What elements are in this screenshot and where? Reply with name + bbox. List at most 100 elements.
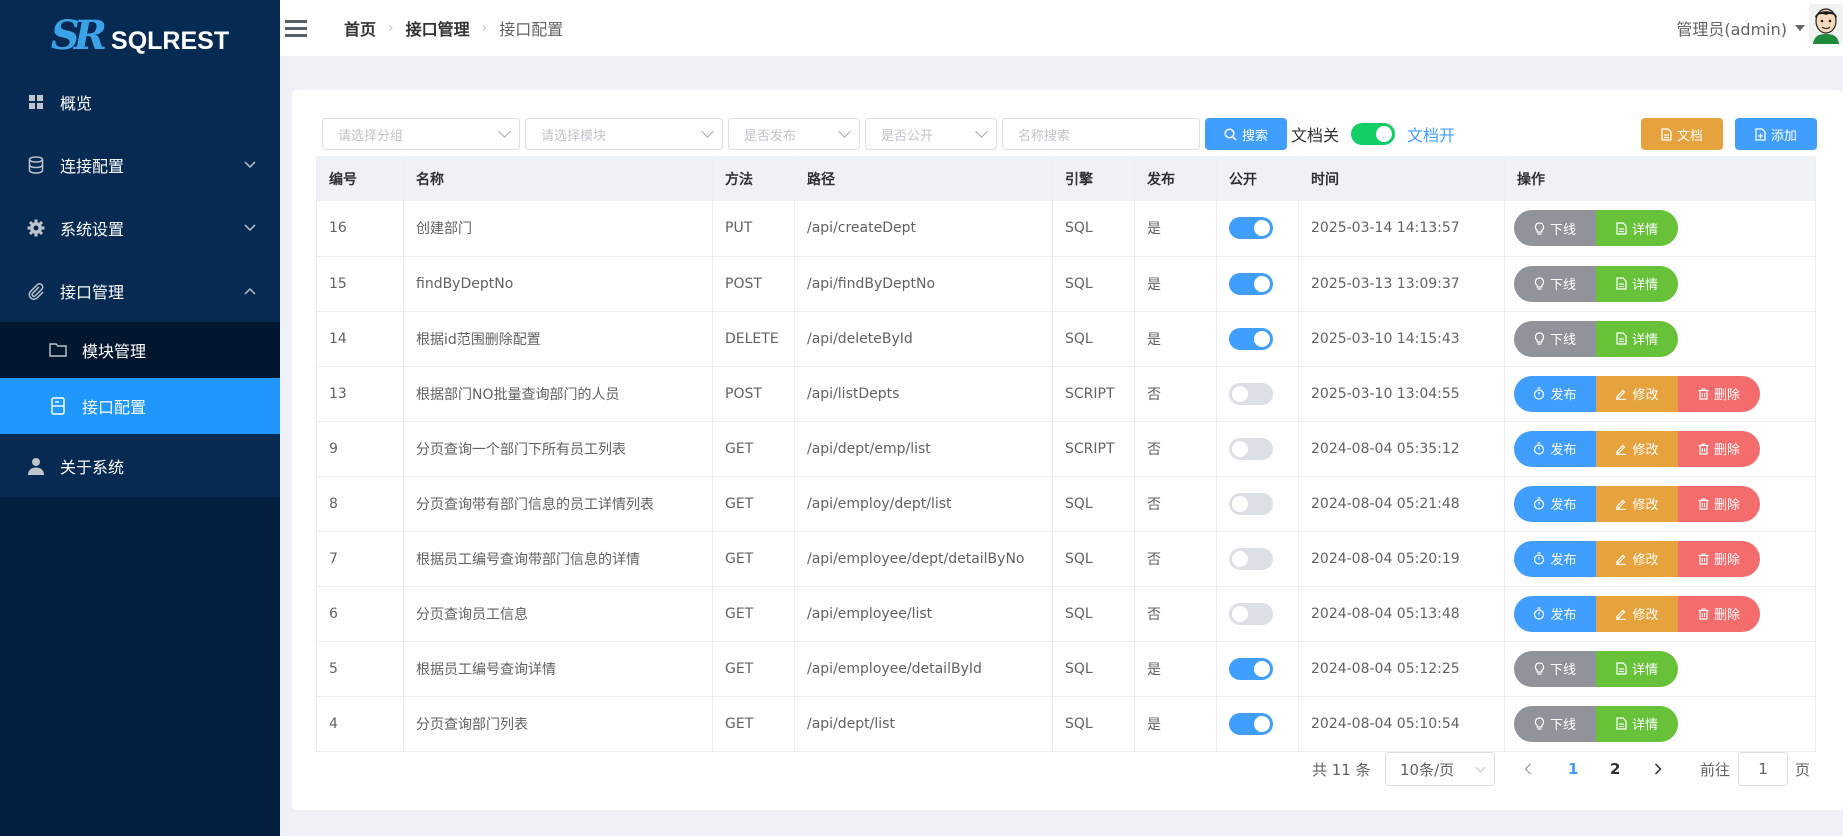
document-icon <box>1616 717 1627 730</box>
row-actions: 发布 修改 删除 <box>1514 375 1815 412</box>
doc-toggle[interactable] <box>1351 123 1396 145</box>
action-label: 详情 <box>1631 333 1658 348</box>
delete-button[interactable]: 删除 <box>1678 375 1760 412</box>
offline-button[interactable]: 下线 <box>1514 705 1596 742</box>
timer-icon <box>1534 607 1545 620</box>
edit-button[interactable]: 修改 <box>1596 595 1678 632</box>
sidebar-item-label: 概览 <box>60 93 93 113</box>
sidebar-item-overview[interactable]: 概览 <box>0 70 280 133</box>
cell-path: /api/createDept <box>794 201 1053 257</box>
sidebar-item-settings[interactable]: 系统设置 <box>0 196 280 259</box>
cell-published: 否 <box>1134 366 1217 422</box>
delete-button[interactable]: 删除 <box>1678 485 1760 522</box>
page-2[interactable]: 2 <box>1610 752 1620 786</box>
detail-button[interactable]: 详情 <box>1596 320 1678 357</box>
offline-button[interactable]: 下线 <box>1514 265 1596 302</box>
delete-button[interactable]: 删除 <box>1678 540 1760 577</box>
publish-button[interactable]: 发布 <box>1514 540 1596 577</box>
public-toggle[interactable] <box>1229 327 1273 350</box>
edit-icon <box>1616 554 1627 565</box>
side-menu: 概览 连接配置 系统设置 接口管理 模块管理 接口配置 关于系统 <box>0 70 280 497</box>
sidebar: SR SQLREST 概览 连接配置 系统设置 接口管理 模块管理 接口配置 关… <box>0 0 280 836</box>
doc-button[interactable]: 文档 <box>1641 118 1723 150</box>
cell-time: 2024-08-04 05:35:12 <box>1298 421 1505 477</box>
module-select[interactable]: 请选择模块 <box>525 118 723 150</box>
edit-icon <box>1616 389 1627 400</box>
sidebar-item-modules[interactable]: 模块管理 <box>0 322 280 378</box>
goto-page-input[interactable]: 1 <box>1738 752 1788 786</box>
edit-button[interactable]: 修改 <box>1596 375 1678 412</box>
detail-button[interactable]: 详情 <box>1596 210 1678 247</box>
breadcrumb-api-management[interactable]: 接口管理 <box>406 16 470 40</box>
add-button-label: 添加 <box>1770 128 1797 144</box>
public-toggle[interactable] <box>1229 712 1273 735</box>
document-icon <box>1616 662 1627 675</box>
trash-icon <box>1698 607 1709 620</box>
edit-button[interactable]: 修改 <box>1596 430 1678 467</box>
public-toggle[interactable] <box>1229 382 1273 405</box>
publish-select[interactable]: 是否发布 <box>728 118 860 150</box>
next-page-icon[interactable] <box>1654 752 1662 786</box>
cell-public <box>1216 366 1299 422</box>
search-button-label: 搜索 <box>1241 128 1268 144</box>
group-select[interactable]: 请选择分组 <box>322 118 520 150</box>
menu-toggle-icon[interactable] <box>285 19 307 37</box>
publish-button[interactable]: 发布 <box>1514 375 1596 412</box>
sidebar-item-api-management[interactable]: 接口管理 <box>0 259 280 322</box>
delete-button[interactable]: 删除 <box>1678 595 1760 632</box>
prev-page-icon[interactable] <box>1524 752 1532 786</box>
cell-public <box>1216 531 1299 587</box>
cell-id: 5 <box>316 641 404 697</box>
chevron-down-icon <box>975 125 988 138</box>
breadcrumb-home[interactable]: 首页 <box>344 16 376 40</box>
edit-button[interactable]: 修改 <box>1596 485 1678 522</box>
public-toggle[interactable] <box>1229 547 1273 570</box>
cell-method: GET <box>712 531 795 587</box>
action-label: 发布 <box>1550 443 1577 458</box>
cell-id: 7 <box>316 531 404 587</box>
detail-button[interactable]: 详情 <box>1596 705 1678 742</box>
page-size-select[interactable]: 10条/页 <box>1385 752 1495 786</box>
action-label: 修改 <box>1632 608 1659 623</box>
sidebar-item-about[interactable]: 关于系统 <box>0 434 280 497</box>
action-label: 详情 <box>1631 663 1658 678</box>
sidebar-item-label: 关于系统 <box>60 457 125 477</box>
public-toggle[interactable] <box>1229 437 1273 460</box>
sidebar-item-connection[interactable]: 连接配置 <box>0 133 280 196</box>
name-search-input[interactable]: 名称搜索 <box>1002 118 1200 150</box>
offline-button[interactable]: 下线 <box>1514 650 1596 687</box>
public-toggle[interactable] <box>1229 602 1273 625</box>
public-toggle[interactable] <box>1229 217 1273 240</box>
col-id: 编号 <box>316 156 404 201</box>
table-row: 15 findByDeptNo POST/api/findByDeptNo SQL 是 2… <box>316 256 1816 312</box>
page-1[interactable]: 1 <box>1568 752 1578 786</box>
public-toggle[interactable] <box>1229 272 1273 295</box>
cell-name: 分页查询一个部门下所有员工列表 <box>403 421 713 477</box>
public-select[interactable]: 是否公开 <box>865 118 997 150</box>
avatar[interactable] <box>1809 4 1843 44</box>
row-actions: 下线 详情 <box>1514 705 1815 742</box>
action-label: 删除 <box>1713 498 1740 513</box>
publish-button[interactable]: 发布 <box>1514 595 1596 632</box>
logo-mark: SR <box>50 11 107 59</box>
offline-button[interactable]: 下线 <box>1514 320 1596 357</box>
delete-button[interactable]: 删除 <box>1678 430 1760 467</box>
user-menu[interactable]: 管理员(admin) <box>1676 16 1805 40</box>
publish-button[interactable]: 发布 <box>1514 430 1596 467</box>
add-button[interactable]: 添加 <box>1735 118 1817 150</box>
detail-button[interactable]: 详情 <box>1596 265 1678 302</box>
detail-button[interactable]: 详情 <box>1596 650 1678 687</box>
cell-actions: 下线 详情 <box>1504 641 1816 697</box>
sidebar-item-api-config[interactable]: 接口配置 <box>0 378 280 434</box>
cell-path: /api/deleteById <box>794 311 1053 367</box>
edit-button[interactable]: 修改 <box>1596 540 1678 577</box>
public-toggle[interactable] <box>1229 657 1273 680</box>
cell-engine: SCRIPT <box>1052 366 1135 422</box>
cell-public <box>1216 201 1299 257</box>
publish-button[interactable]: 发布 <box>1514 485 1596 522</box>
search-button[interactable]: 搜索 <box>1205 118 1287 150</box>
cell-id: 9 <box>316 421 404 477</box>
page-size-label: 10条/页 <box>1400 760 1455 779</box>
offline-button[interactable]: 下线 <box>1514 210 1596 247</box>
public-toggle[interactable] <box>1229 492 1273 515</box>
